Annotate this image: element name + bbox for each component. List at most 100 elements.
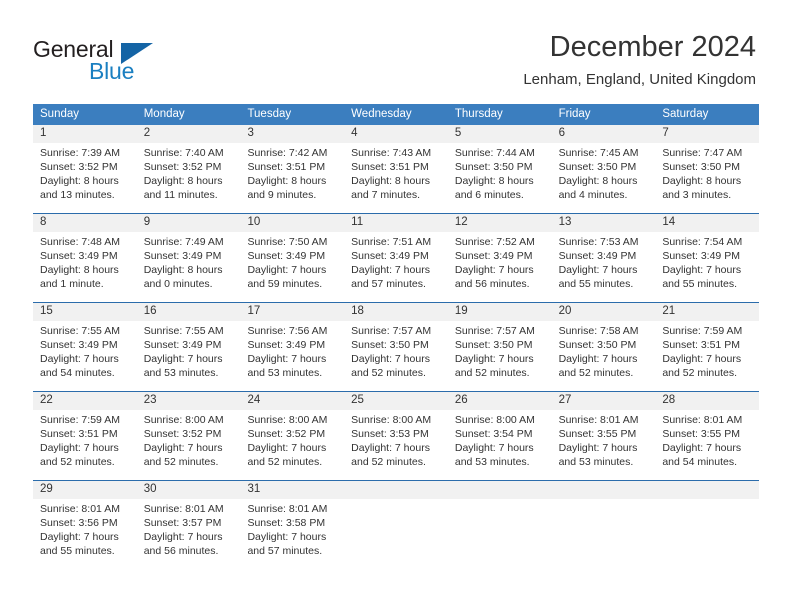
calendar-day-cell[interactable]: 13 Sunrise: 7:53 AM Sunset: 3:49 PM Dayligh… <box>552 214 656 302</box>
calendar-day-cell[interactable]: 14 Sunrise: 7:54 AM Sunset: 3:49 PM Dayligh… <box>655 214 759 302</box>
weekday-header-saturday: Saturday <box>662 108 709 120</box>
sunset-text: Sunset: 3:53 PM <box>351 428 429 440</box>
sunrise-text: Sunrise: 7:44 AM <box>454 147 535 159</box>
calendar-day-cell[interactable]: 19 Sunrise: 7:57 AM Sunset: 3:50 PM Dayligh… <box>448 303 552 391</box>
page-title: December 2024 <box>549 31 756 63</box>
calendar-day-cell[interactable]: 18 Sunrise: 7:57 AM Sunset: 3:50 PM Dayligh… <box>344 303 448 391</box>
sunset-text: Sunset: 3:50 PM <box>351 339 429 351</box>
calendar-day-cell[interactable]: 16 Sunrise: 7:55 AM Sunset: 3:49 PM Dayligh… <box>137 303 241 391</box>
sunrise-text: Sunrise: 8:01 AM <box>558 414 639 426</box>
day-number: 24 <box>247 394 261 406</box>
calendar-day-cell[interactable]: 11 Sunrise: 7:51 AM Sunset: 3:49 PM Dayligh… <box>344 214 448 302</box>
day-number: 10 <box>247 216 261 228</box>
daylight-text-line1: Daylight: 8 hours <box>143 264 223 276</box>
daylight-text-line1: Daylight: 7 hours <box>143 353 223 365</box>
calendar-day-cell[interactable]: 8 Sunrise: 7:48 AM Sunset: 3:49 PM Daylight… <box>33 214 137 302</box>
day-number: 11 <box>351 216 364 228</box>
daylight-text-line2: and 59 minutes. <box>247 278 323 290</box>
calendar-week-cells: 15 Sunrise: 7:55 AM Sunset: 3:49 PM Dayligh… <box>33 303 759 391</box>
daylight-text-line1: Daylight: 8 hours <box>40 175 119 187</box>
calendar-day-cell[interactable]: 9 Sunrise: 7:49 AM Sunset: 3:49 PM Daylight… <box>137 214 241 302</box>
calendar-day-cell[interactable]: 10 Sunrise: 7:50 AM Sunset: 3:49 PM Dayligh… <box>240 214 344 302</box>
calendar-day-cell[interactable]: 24 Sunrise: 8:00 AM Sunset: 3:52 PM Dayligh… <box>240 392 344 480</box>
daylight-text-line1: Daylight: 8 hours <box>662 175 742 187</box>
day-details: Sunrise: 8:00 AM Sunset: 3:53 PM Daylight:… <box>351 413 441 469</box>
sunrise-text: Sunrise: 7:52 AM <box>454 236 535 248</box>
daylight-text-line1: Daylight: 7 hours <box>662 442 742 454</box>
page-subtitle: Lenham, England, United Kingdom <box>523 71 756 88</box>
calendar-day-cell[interactable]: 27 Sunrise: 8:01 AM Sunset: 3:55 PM Dayligh… <box>552 392 656 480</box>
day-number: 31 <box>247 483 261 495</box>
sunrise-text: Sunrise: 7:49 AM <box>143 236 224 248</box>
sunrise-text: Sunrise: 7:59 AM <box>662 325 743 337</box>
sunset-text: Sunset: 3:52 PM <box>40 161 118 173</box>
day-number: 30 <box>143 483 157 495</box>
day-number: 25 <box>351 394 364 406</box>
daylight-text-line2: and 52 minutes. <box>143 456 219 468</box>
calendar-weeks: 1 Sunrise: 7:39 AM Sunset: 3:52 PM Daylight… <box>33 125 759 569</box>
sunset-text: Sunset: 3:54 PM <box>454 428 533 440</box>
daylight-text-line1: Daylight: 7 hours <box>40 531 119 543</box>
calendar-day-cell[interactable]: 25 Sunrise: 8:00 AM Sunset: 3:53 PM Dayligh… <box>344 392 448 480</box>
day-details: Sunrise: 8:01 AM Sunset: 3:58 PM Daylight:… <box>247 502 337 558</box>
logo-text-blue: Blue <box>89 58 135 84</box>
sunset-text: Sunset: 3:50 PM <box>558 161 637 173</box>
daylight-text-line1: Daylight: 8 hours <box>558 175 638 187</box>
calendar-day-cell[interactable]: 3 Sunrise: 7:42 AM Sunset: 3:51 PM Daylight… <box>240 125 344 213</box>
calendar-day-cell[interactable]: 30 Sunrise: 8:01 AM Sunset: 3:57 PM Dayligh… <box>137 481 241 569</box>
sunrise-text: Sunrise: 7:59 AM <box>40 414 120 426</box>
calendar-day-cell[interactable]: 31 Sunrise: 8:01 AM Sunset: 3:58 PM Dayligh… <box>240 481 344 569</box>
day-details: Sunrise: 7:43 AM Sunset: 3:51 PM Daylight:… <box>351 146 441 202</box>
sunrise-text: Sunrise: 7:55 AM <box>143 325 224 337</box>
sunrise-text: Sunrise: 7:47 AM <box>662 147 743 159</box>
day-details: Sunrise: 7:40 AM Sunset: 3:52 PM Daylight:… <box>144 146 234 202</box>
daylight-text-line2: and 52 minutes. <box>247 456 323 468</box>
sunrise-text: Sunrise: 8:01 AM <box>143 503 224 515</box>
calendar-day-cell[interactable]: 12 Sunrise: 7:52 AM Sunset: 3:49 PM Dayligh… <box>448 214 552 302</box>
calendar-day-cell[interactable]: 21 Sunrise: 7:59 AM Sunset: 3:51 PM Dayligh… <box>655 303 759 391</box>
sunrise-text: Sunrise: 7:57 AM <box>351 325 432 337</box>
sunset-text: Sunset: 3:49 PM <box>40 250 118 262</box>
day-number <box>351 481 441 499</box>
calendar-day-cell[interactable]: 17 Sunrise: 7:56 AM Sunset: 3:49 PM Dayligh… <box>240 303 344 391</box>
sunset-text: Sunset: 3:52 PM <box>247 428 326 440</box>
daylight-text-line1: Daylight: 7 hours <box>351 264 430 276</box>
calendar-day-cell[interactable]: 23 Sunrise: 8:00 AM Sunset: 3:52 PM Dayligh… <box>137 392 241 480</box>
calendar-day-cell[interactable]: 29 Sunrise: 8:01 AM Sunset: 3:56 PM Dayligh… <box>33 481 137 569</box>
day-number: 22 <box>40 394 53 406</box>
sunset-text: Sunset: 3:51 PM <box>40 428 118 440</box>
calendar-week-row: 15 Sunrise: 7:55 AM Sunset: 3:49 PM Dayligh… <box>33 302 759 391</box>
calendar-day-cell[interactable]: 28 Sunrise: 8:01 AM Sunset: 3:55 PM Dayligh… <box>655 392 759 480</box>
calendar-week-cells: 22 Sunrise: 7:59 AM Sunset: 3:51 PM Dayligh… <box>33 392 759 480</box>
calendar-day-cell[interactable]: 20 Sunrise: 7:58 AM Sunset: 3:50 PM Dayligh… <box>552 303 656 391</box>
calendar-day-cell[interactable]: 26 Sunrise: 8:00 AM Sunset: 3:54 PM Dayligh… <box>448 392 552 480</box>
calendar-day-cell[interactable]: 22 Sunrise: 7:59 AM Sunset: 3:51 PM Dayligh… <box>33 392 137 480</box>
calendar-day-cell[interactable]: 1 Sunrise: 7:39 AM Sunset: 3:52 PM Daylight… <box>33 125 137 213</box>
day-details: Sunrise: 7:42 AM Sunset: 3:51 PM Daylight:… <box>247 146 337 202</box>
calendar-day-cell[interactable]: 15 Sunrise: 7:55 AM Sunset: 3:49 PM Dayligh… <box>33 303 137 391</box>
day-details: Sunrise: 7:48 AM Sunset: 3:49 PM Daylight:… <box>40 235 130 291</box>
daylight-text-line1: Daylight: 7 hours <box>558 442 638 454</box>
sunrise-text: Sunrise: 8:01 AM <box>247 503 328 515</box>
calendar-day-cell[interactable]: 4 Sunrise: 7:43 AM Sunset: 3:51 PM Daylight… <box>344 125 448 213</box>
day-number: 18 <box>351 305 364 317</box>
daylight-text-line1: Daylight: 7 hours <box>558 264 638 276</box>
daylight-text-line1: Daylight: 7 hours <box>558 353 638 365</box>
day-details: Sunrise: 7:55 AM Sunset: 3:49 PM Daylight:… <box>40 324 130 380</box>
calendar-day-cell[interactable]: 6 Sunrise: 7:45 AM Sunset: 3:50 PM Daylight… <box>552 125 656 213</box>
generalblue-logo[interactable]: General Blue <box>33 36 233 88</box>
daylight-text-line2: and 55 minutes. <box>40 545 115 557</box>
calendar-day-cell[interactable]: 2 Sunrise: 7:40 AM Sunset: 3:52 PM Daylight… <box>137 125 241 213</box>
daylight-text-line1: Daylight: 7 hours <box>247 531 327 543</box>
daylight-text-line2: and 56 minutes. <box>454 278 530 290</box>
day-details: Sunrise: 7:47 AM Sunset: 3:50 PM Daylight:… <box>662 146 752 202</box>
calendar-day-cell[interactable]: 7 Sunrise: 7:47 AM Sunset: 3:50 PM Daylight… <box>655 125 759 213</box>
calendar-day-cell[interactable]: 5 Sunrise: 7:44 AM Sunset: 3:50 PM Daylight… <box>448 125 552 213</box>
sunset-text: Sunset: 3:49 PM <box>454 250 533 262</box>
sunset-text: Sunset: 3:51 PM <box>351 161 429 173</box>
day-details: Sunrise: 8:01 AM Sunset: 3:55 PM Daylight:… <box>662 413 752 469</box>
daylight-text-line2: and 6 minutes. <box>454 189 524 201</box>
sunrise-text: Sunrise: 7:42 AM <box>247 147 328 159</box>
day-number: 17 <box>247 305 261 317</box>
daylight-text-line2: and 54 minutes. <box>662 456 738 468</box>
